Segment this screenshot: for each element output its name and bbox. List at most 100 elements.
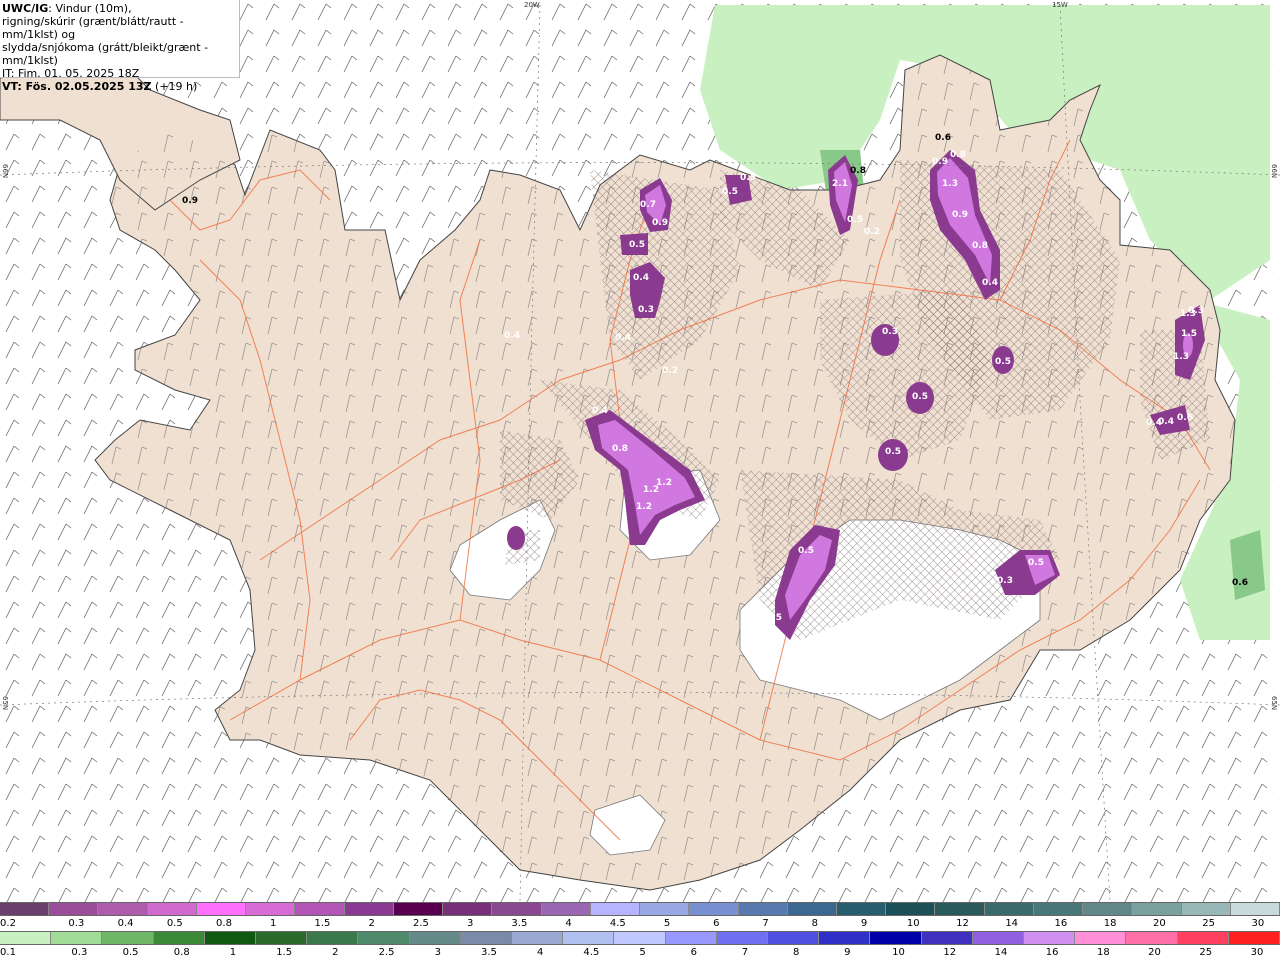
precip-value-label: 0.9 — [952, 210, 968, 220]
rain-scale-label: 18 — [1096, 947, 1110, 958]
lat-label-66n-right: 66N — [1270, 164, 1278, 179]
snow-color-swatch — [836, 903, 887, 915]
precip-value-label: 0.2 — [662, 366, 678, 376]
snow-scale-label: 18 — [1103, 918, 1117, 929]
precip-value-label: 1.2 — [636, 502, 652, 512]
precip-value-label: 0.6 — [1232, 578, 1248, 588]
snow-color-swatch — [590, 903, 641, 915]
snow-color-swatch — [443, 903, 493, 915]
description-line-1: : Vindur (10m), — [48, 2, 132, 15]
rain-scale-labels: 0.1 0.3 0.5 0.8 1 1.5 2 2.5 3 3.5 4 4.5 5 6 7 8 9 10 12 14 1… — [0, 947, 1280, 959]
precip-value-label: 0.5 — [722, 187, 738, 197]
rain-scale-label: 4.5 — [583, 947, 600, 958]
precip-value-label: 0.5 — [995, 357, 1011, 367]
model-name: UWC/IG — [2, 2, 49, 15]
snow-scale-label: 3.5 — [511, 918, 528, 929]
rain-scale-label: 25 — [1199, 947, 1213, 958]
rain-scale-label: 0.8 — [173, 947, 190, 958]
rain-scale-label: 30 — [1250, 947, 1264, 958]
precip-value-label: 0.8 — [950, 150, 966, 160]
snow-color-swatch — [1033, 903, 1084, 915]
snow-scale-label: 0.4 — [117, 918, 134, 929]
precip-value-label: 0.5 — [798, 546, 814, 556]
snow-scale-label: 0.5 — [166, 918, 183, 929]
snow-scale-label: 3 — [466, 918, 474, 929]
precip-value-label: 0.5 — [629, 240, 645, 250]
snow-scale-label: 25 — [1202, 918, 1215, 929]
snow-color-swatch — [886, 903, 936, 915]
rain-scale-label: 5 — [639, 947, 646, 958]
init-time: IT: Fim. 01. 05. 2025 18Z — [2, 67, 140, 80]
rain-color-swatch — [665, 932, 717, 944]
precip-value-label: 0.9 — [182, 196, 198, 206]
precip-value-label: 0.7 — [640, 200, 656, 210]
rain-color-swatch — [972, 932, 1025, 944]
rain-color-swatch — [409, 932, 461, 944]
rain-scale-label: 0.3 — [71, 947, 88, 958]
rain-color-swatch — [1228, 932, 1280, 944]
snow-color-swatch — [393, 903, 444, 915]
rain-scale-label: 3.5 — [481, 947, 497, 958]
snow-scale-label: 14 — [1005, 918, 1019, 929]
precip-value-label: 0.4 — [633, 273, 649, 283]
rain-scale-label: 8 — [792, 947, 800, 958]
snow-color-swatch — [49, 903, 99, 915]
rain-scale-label: 6 — [690, 947, 697, 958]
rain-scale-label: 14 — [994, 947, 1008, 958]
snow-scale-label: 0.2 — [0, 918, 16, 929]
snow-color-swatch — [1132, 903, 1182, 915]
precip-value-label: 0.6 — [935, 133, 951, 143]
rain-scale-label: 20 — [1148, 947, 1161, 958]
snow-scale-labels: 0.2 0.3 0.4 0.5 0.8 1 1.5 2 2.5 3 3.5 4 4.5 5 6 7 8 9 10 12… — [0, 918, 1280, 930]
rain-color-bar — [0, 931, 1280, 945]
rain-color-swatch — [358, 932, 410, 944]
precip-value-label: 0.4 — [982, 278, 998, 288]
rain-color-swatch — [204, 932, 257, 944]
snow-color-swatch — [147, 903, 197, 915]
precip-value-label: 0.8 — [850, 166, 866, 176]
lon-label-15w: 15W — [1052, 1, 1068, 9]
precip-value-label: 0.2 — [864, 227, 880, 237]
lat-label-66n-left: 66N — [1, 164, 9, 179]
snow-scale-label: 0.3 — [68, 918, 85, 929]
rain-scale-label: 10 — [892, 947, 905, 958]
rain-color-swatch — [512, 932, 564, 944]
precip-value-label: 0.4 — [504, 331, 520, 341]
rain-color-swatch — [614, 932, 666, 944]
lon-label-20w: 20W — [524, 1, 540, 9]
valid-time: VT: Fös. 02.05.2025 13Z — [2, 80, 152, 93]
precip-value-label: 0.5 — [847, 215, 863, 225]
rain-color-swatch — [102, 932, 154, 944]
snow-scale-label: 9 — [860, 918, 868, 929]
precip-value-label: 0.6 — [1177, 413, 1193, 423]
precip-value-label: 0.8 — [612, 444, 628, 454]
snow-color-swatch — [344, 903, 394, 915]
rain-color-swatch — [768, 932, 820, 944]
description-line-2: rigning/skúrir (grænt/blátt/rautt - mm/1… — [2, 15, 184, 41]
snow-color-swatch — [246, 903, 296, 915]
precip-value-label: 1.3 — [1180, 309, 1196, 319]
rain-scale-label: 3 — [434, 947, 441, 958]
snow-color-swatch — [196, 903, 247, 915]
snow-scale-label: 16 — [1054, 918, 1068, 929]
rain-color-swatch — [921, 932, 973, 944]
precip-value-label: 1.2 — [656, 478, 672, 488]
precip-value-label: 0.9 — [932, 157, 948, 167]
rain-color-swatch — [1177, 932, 1229, 944]
snow-scale-label: 0.8 — [216, 918, 232, 929]
precip-value-label: 0.5 — [740, 173, 756, 183]
rain-scale-label: 9 — [844, 947, 851, 958]
snow-scale-label: 10 — [906, 918, 920, 929]
rain-color-swatch — [1024, 932, 1076, 944]
precip-value-label: 0.3 — [997, 576, 1013, 586]
rain-scale-label: 1.5 — [276, 947, 293, 958]
lat-label-65n-left: 65N — [1, 696, 9, 711]
precip-value-label: 1.3 — [1173, 352, 1189, 362]
rain-scale-label: 4 — [536, 947, 544, 958]
precip-value-label: 0.5 — [1028, 558, 1044, 568]
rain-color-swatch — [819, 932, 871, 944]
snow-color-swatch — [984, 903, 1034, 915]
rain-scale-label: 7 — [741, 947, 749, 958]
precip-value-label: 0.3 — [638, 305, 654, 315]
snow-scale-label: 8 — [811, 918, 818, 929]
